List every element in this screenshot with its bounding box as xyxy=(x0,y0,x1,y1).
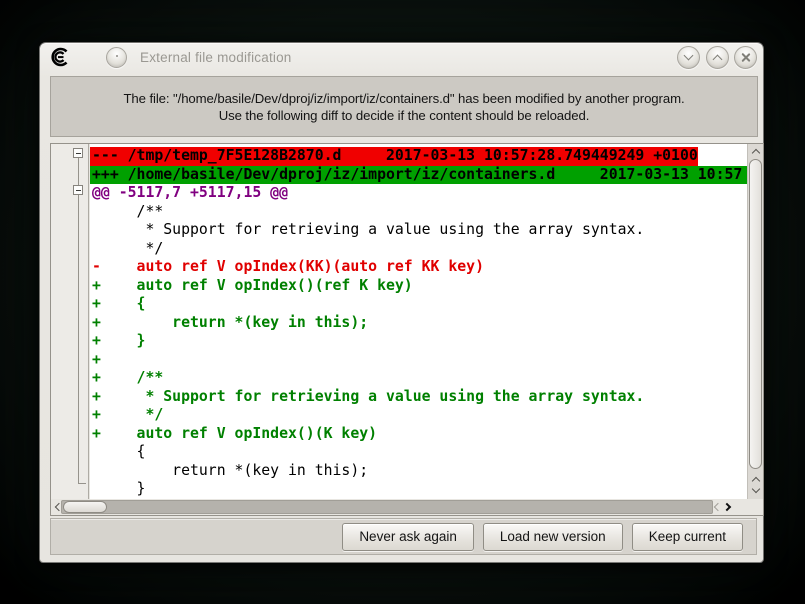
diff-line[interactable]: + } xyxy=(90,332,747,351)
app-logo-icon xyxy=(50,47,70,67)
vertical-scroll-thumb[interactable] xyxy=(749,159,762,469)
diff-line[interactable]: --- /tmp/temp_7F5E128B2870.d 2017-03-13 … xyxy=(90,147,698,166)
load-new-version-button[interactable]: Load new version xyxy=(483,523,623,551)
tree-line-end xyxy=(78,483,86,484)
diff-view: --- /tmp/temp_7F5E128B2870.d 2017-03-13 … xyxy=(50,143,764,516)
fold-gutter xyxy=(51,144,89,499)
scroll-up-button[interactable] xyxy=(749,473,763,485)
message-line-2: Use the following diff to decide if the … xyxy=(219,107,590,124)
diff-line[interactable]: +++ /home/basile/Dev/dproj/iz/import/iz/… xyxy=(90,166,747,185)
chevron-down-icon xyxy=(752,485,760,493)
diff-line[interactable]: */ xyxy=(90,240,747,259)
diff-line[interactable]: + xyxy=(90,351,747,370)
diff-line[interactable]: { xyxy=(90,443,747,462)
chevron-up-icon xyxy=(752,149,760,157)
window-title: External file modification xyxy=(140,50,292,65)
scroll-up-button[interactable] xyxy=(749,145,763,157)
diff-line[interactable]: + { xyxy=(90,295,747,314)
diff-line[interactable]: /** xyxy=(90,203,747,222)
horizontal-scroll-track[interactable] xyxy=(61,500,713,514)
message-panel: The file: "/home/basile/Dev/dproj/iz/imp… xyxy=(50,76,758,137)
vertical-scrollbar[interactable] xyxy=(747,144,763,499)
diff-line[interactable]: + /** xyxy=(90,369,747,388)
diff-line[interactable]: return *(key in this); xyxy=(90,462,747,481)
button-bar: Never ask again Load new version Keep cu… xyxy=(50,518,757,555)
close-button[interactable] xyxy=(734,46,757,69)
titlebar[interactable]: External file modification xyxy=(40,43,763,72)
diff-line[interactable]: + */ xyxy=(90,406,747,425)
scroll-right-button[interactable] xyxy=(722,501,736,513)
titlebar-menu-button[interactable] xyxy=(106,47,127,68)
never-ask-again-button[interactable]: Never ask again xyxy=(342,523,474,551)
horizontal-scrollbar[interactable] xyxy=(51,499,747,515)
scrollbar-corner xyxy=(747,499,763,515)
diff-line[interactable]: @@ -5117,7 +5117,15 @@ xyxy=(90,184,747,203)
dialog-window: External file modification The file: "/h… xyxy=(39,42,764,563)
chevron-right-icon xyxy=(723,503,731,511)
close-icon xyxy=(740,52,751,63)
diff-rows: --- /tmp/temp_7F5E128B2870.d 2017-03-13 … xyxy=(90,144,747,499)
maximize-button[interactable] xyxy=(706,46,729,69)
diff-line[interactable]: } xyxy=(90,480,747,499)
keep-current-button[interactable]: Keep current xyxy=(632,523,743,551)
chevron-left-icon xyxy=(714,503,722,511)
minimize-button[interactable] xyxy=(677,46,700,69)
diff-line[interactable]: + auto ref V opIndex()(ref K key) xyxy=(90,277,747,296)
diff-line[interactable]: + auto ref V opIndex()(K key) xyxy=(90,425,747,444)
chevron-down-icon xyxy=(684,51,694,61)
scroll-down-button[interactable] xyxy=(749,485,763,497)
diff-line[interactable]: + return *(key in this); xyxy=(90,314,747,333)
diff-line[interactable]: + * Support for retrieving a value using… xyxy=(90,388,747,407)
diff-line[interactable]: - auto ref V opIndex(KK)(auto ref KK key… xyxy=(90,258,747,277)
scroll-left-button[interactable] xyxy=(709,501,723,513)
message-line-1: The file: "/home/basile/Dev/dproj/iz/imp… xyxy=(123,90,684,107)
diff-line[interactable]: * Support for retrieving a value using t… xyxy=(90,221,747,240)
collapse-toggle-icon[interactable] xyxy=(73,185,83,195)
chevron-up-icon xyxy=(713,55,723,65)
tree-line xyxy=(78,157,79,484)
horizontal-scroll-thumb[interactable] xyxy=(63,501,107,513)
collapse-toggle-icon[interactable] xyxy=(73,148,83,158)
